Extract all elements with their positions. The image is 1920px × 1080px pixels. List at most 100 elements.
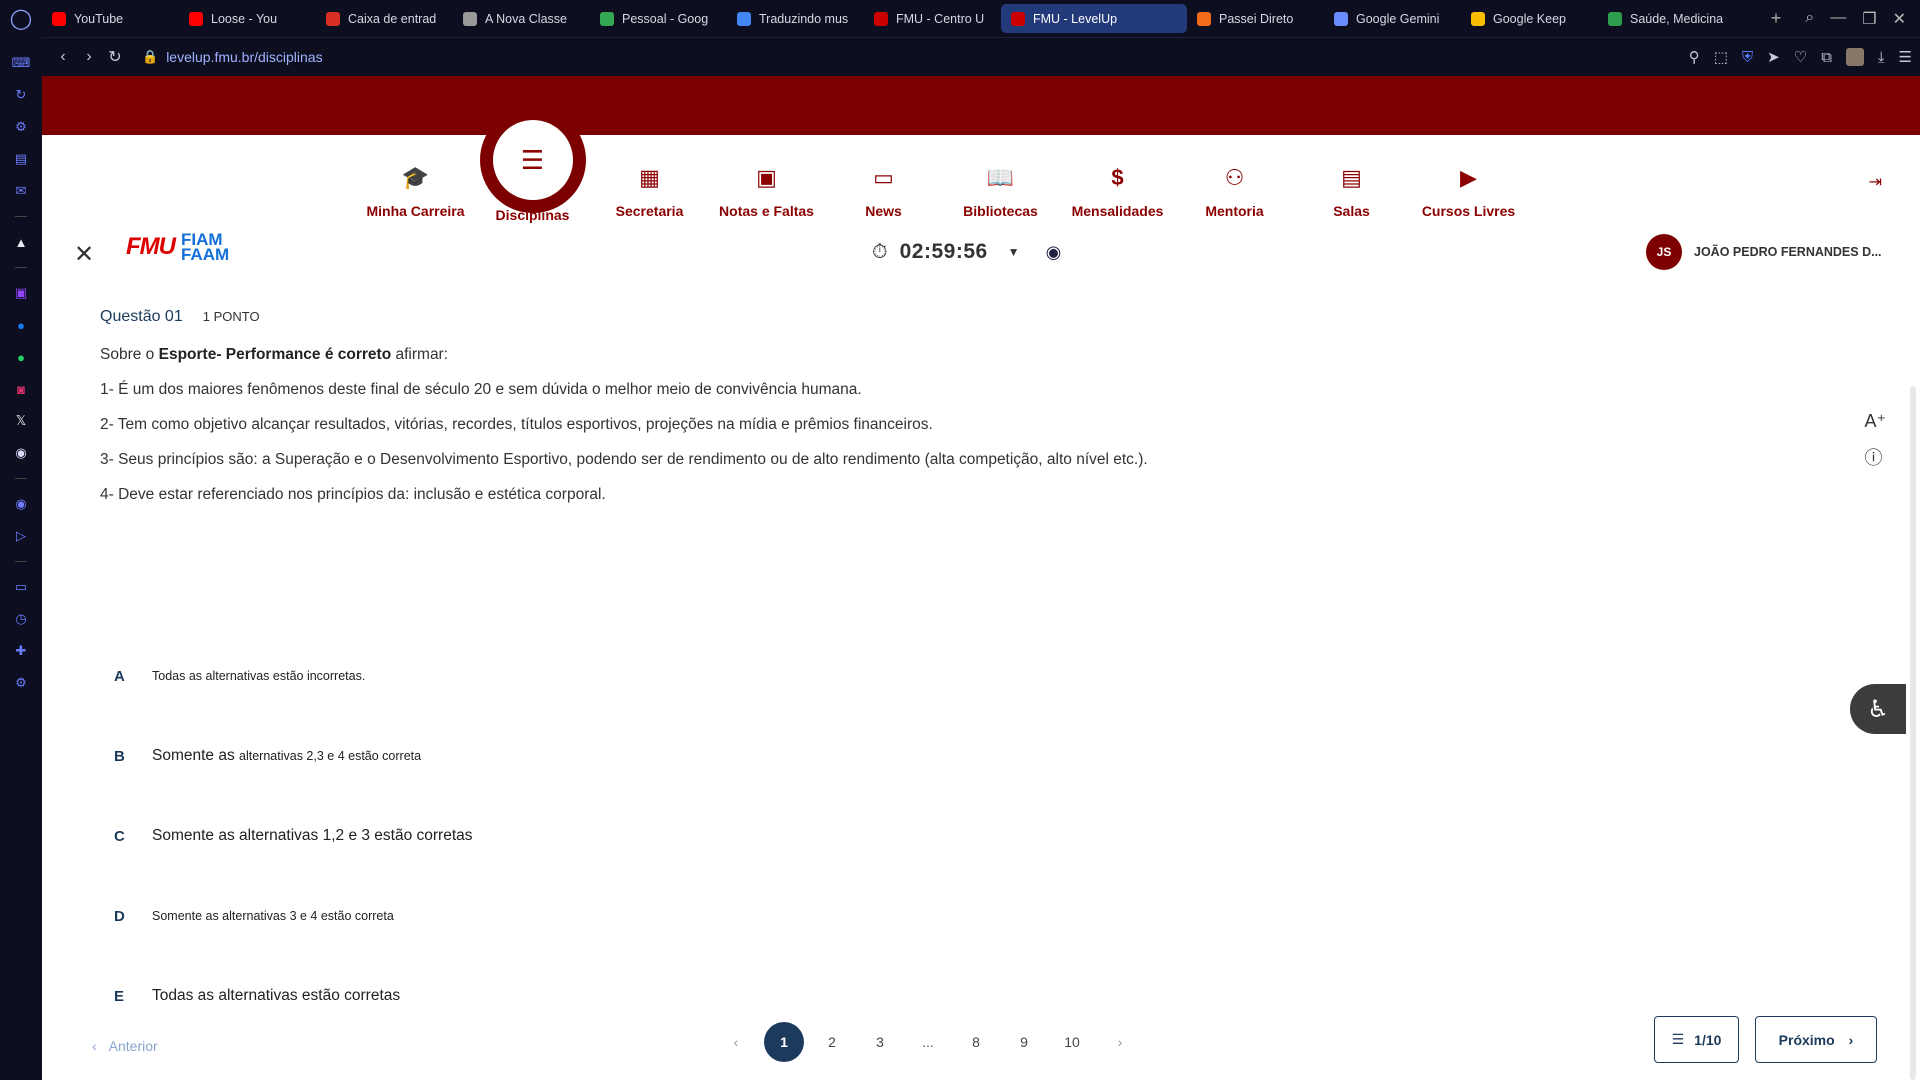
url-field[interactable]: 🔒 levelup.fmu.br/disciplinas — [142, 49, 323, 65]
clock-icon[interactable]: ◷ — [10, 608, 32, 630]
new-tab-button[interactable]: + — [1761, 8, 1792, 29]
aria-icon[interactable]: ▲ — [10, 231, 32, 253]
tab-title: Saúde, Medicina — [1630, 11, 1724, 26]
settings-icon[interactable]: ⚙ — [10, 672, 32, 694]
browser-tab[interactable]: Passei Direto — [1187, 4, 1324, 33]
x-icon[interactable]: 𝕏 — [10, 410, 32, 432]
discord-icon[interactable]: ◉ — [10, 442, 32, 464]
games-icon[interactable]: ⌨ — [10, 52, 32, 74]
chevron-right-icon[interactable]: › — [1096, 1022, 1144, 1062]
browser-tab[interactable]: A Nova Classe — [453, 4, 590, 33]
extensions-icon[interactable]: ⧉ — [1821, 49, 1832, 66]
exam-header: ✕ FMU FIAM FAAM ⏱ 02:59:56 ▼ ◉ JS JOÃO P… — [42, 226, 1920, 286]
page-button[interactable]: 2 — [808, 1022, 856, 1062]
menu-icon[interactable]: ☰ — [1899, 48, 1912, 66]
opera-logo-icon[interactable]: ◯ — [0, 0, 42, 37]
wallet-icon[interactable]: ▭ — [10, 576, 32, 598]
page-button-current[interactable]: 1 — [760, 1022, 808, 1062]
scrollbar[interactable] — [1910, 386, 1916, 1080]
accessibility-icon[interactable]: ♿ — [1850, 684, 1906, 734]
close-icon[interactable]: ✕ — [74, 240, 94, 269]
previous-button[interactable]: ‹ Anterior — [92, 1038, 158, 1054]
page-button[interactable]: 8 — [952, 1022, 1000, 1062]
messenger-icon[interactable]: ● — [10, 314, 32, 336]
statement-2: 2- Tem como objetivo alcançar resultados… — [100, 416, 933, 433]
next-label: Próximo — [1778, 1031, 1835, 1048]
history-icon[interactable]: ↻ — [10, 84, 32, 106]
menu-item-mensalidades[interactable]: $ Mensalidades — [1059, 141, 1176, 223]
tab-title: Google Gemini — [1356, 11, 1440, 26]
mail-icon[interactable]: ✉ — [10, 180, 32, 202]
info-icon[interactable]: ⓘ — [1864, 444, 1886, 470]
browser-tab[interactable]: Caixa de entrad — [316, 4, 453, 33]
font-size-icon[interactable]: A⁺ — [1864, 411, 1886, 432]
option-c[interactable]: C Somente as alternativas 1,2 e 3 estão … — [114, 796, 473, 876]
send-icon[interactable]: ➤ — [1767, 48, 1780, 66]
shield-icon[interactable]: ⛨ — [1742, 49, 1753, 66]
twitch-icon[interactable]: ▣ — [10, 282, 32, 304]
url-text[interactable]: levelup.fmu.br/disciplinas — [166, 49, 322, 65]
browser-tab[interactable]: Pessoal - Goog — [590, 4, 727, 33]
tabs-icon[interactable]: ▤ — [10, 148, 32, 170]
menu-item-disciplinas[interactable]: ☰ Disciplinas — [474, 107, 591, 223]
flow-icon[interactable]: ▷ — [10, 525, 32, 547]
tools-icon[interactable]: ⚙ — [10, 116, 32, 138]
chevron-left-icon[interactable]: ‹ — [712, 1022, 760, 1062]
tab-title: A Nova Classe — [485, 11, 567, 26]
heart-icon[interactable]: ♡ — [1794, 48, 1807, 66]
browser-tab[interactable]: FMU - Centro U — [864, 4, 1001, 33]
menu-item-bibliotecas[interactable]: 📖 Bibliotecas — [942, 141, 1059, 223]
option-b[interactable]: B Somente as alternativas 2,3 e 4 estão … — [114, 716, 473, 796]
menu-item-cursos-livres[interactable]: ▶ Cursos Livres — [1410, 141, 1527, 223]
search-icon[interactable]: ⌕ — [1805, 9, 1814, 29]
menu-item-secretaria[interactable]: ▦ Secretaria — [591, 141, 708, 223]
whatsapp-icon[interactable]: ● — [10, 346, 32, 368]
download-icon[interactable]: ⤓ — [1878, 49, 1885, 66]
vpn-icon[interactable]: ◉ — [10, 493, 32, 515]
favicon-icon — [737, 11, 751, 26]
menu-item-news[interactable]: ▭ News — [825, 141, 942, 223]
browser-tab[interactable]: Saúde, Medicina — [1598, 4, 1735, 33]
option-d[interactable]: D Somente as alternativas 3 e 4 estão co… — [114, 876, 473, 956]
logout-icon[interactable]: ⇥ — [1869, 172, 1882, 192]
browser-tab[interactable]: Google Gemini — [1324, 4, 1461, 33]
snapshot-icon[interactable]: ⬚ — [1714, 48, 1728, 66]
next-button[interactable]: Próximo › — [1755, 1016, 1877, 1063]
browser-tab[interactable]: Traduzindo mus — [727, 4, 864, 33]
page-button[interactable]: 10 — [1048, 1022, 1096, 1062]
forward-icon[interactable]: › — [76, 48, 102, 66]
side-tools: A⁺ ⓘ — [1864, 411, 1886, 470]
browser-tab[interactable]: FMU - LevelUp — [1001, 4, 1187, 33]
eye-icon[interactable]: ◉ — [1046, 242, 1062, 263]
close-window-icon[interactable]: ✕ — [1893, 9, 1906, 29]
browser-tab[interactable]: Google Keep — [1461, 4, 1598, 33]
profile-icon[interactable] — [1845, 48, 1864, 66]
option-text: Somente as alternativas 3 e 4 estão corr… — [152, 909, 394, 923]
page-button[interactable]: 3 — [856, 1022, 904, 1062]
chevron-left-icon: ‹ — [92, 1038, 97, 1054]
page-ellipsis: ... — [922, 1034, 934, 1050]
user-profile[interactable]: JS JOÃO PEDRO FERNANDES D... — [1646, 234, 1882, 270]
option-letter: D — [114, 907, 125, 925]
option-a[interactable]: A Todas as alternativas estão incorretas… — [114, 636, 473, 716]
user-name: JOÃO PEDRO FERNANDES D... — [1694, 245, 1882, 259]
menu-item-notas-e-faltas[interactable]: ▣ Notas e Faltas — [708, 141, 825, 223]
timer-value: 02:59:56 — [899, 240, 988, 263]
menu-item-salas[interactable]: ▤ Salas — [1293, 141, 1410, 223]
tab-title: Caixa de entrad — [348, 11, 437, 26]
question-list-button[interactable]: ☰ 1/10 — [1654, 1016, 1739, 1063]
browser-tab[interactable]: Loose - You — [179, 4, 316, 33]
page-button[interactable]: 9 — [1000, 1022, 1048, 1062]
menu-item-mentoria[interactable]: ⚇ Mentoria — [1176, 141, 1293, 223]
menu-item-minha-carreira[interactable]: 🎓 Minha Carreira — [357, 141, 474, 223]
restore-icon[interactable]: ❐ — [1862, 9, 1876, 29]
instagram-icon[interactable]: ◙ — [10, 378, 32, 400]
reload-icon[interactable]: ↻ — [102, 47, 128, 67]
back-icon[interactable]: ‹ — [50, 48, 76, 66]
top-banner — [42, 76, 1920, 135]
browser-tab[interactable]: YouTube — [42, 4, 179, 33]
puzzle-icon[interactable]: ✚ — [10, 640, 32, 662]
minimize-icon[interactable]: — — [1830, 9, 1846, 29]
pin-icon[interactable]: ⚲ — [1689, 48, 1700, 66]
chevron-down-icon[interactable]: ▼ — [1008, 245, 1020, 259]
